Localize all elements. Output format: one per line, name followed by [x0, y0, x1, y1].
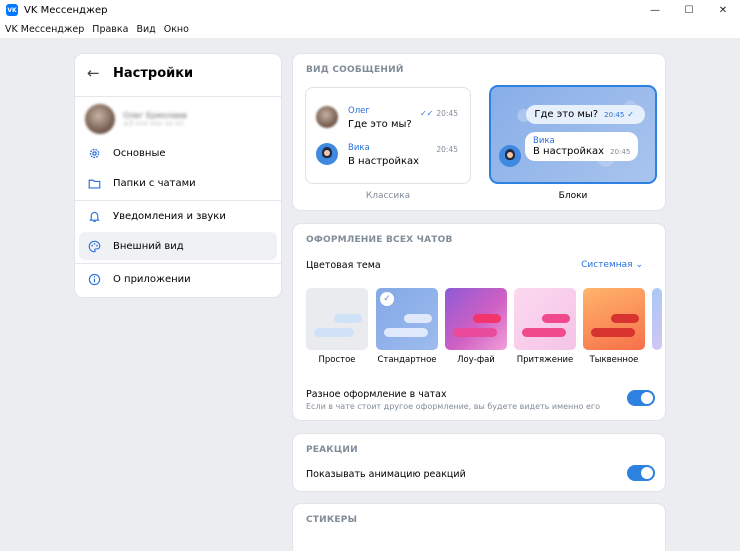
- outgoing-bubble: Где это мы? 20:45 ✓: [526, 105, 645, 124]
- message-style-classic-option[interactable]: Олег Где это мы? ✓✓ 20:45 Вика В настройк…: [305, 87, 471, 184]
- message-author: Вика: [533, 136, 555, 146]
- blocks-label: Блоки: [558, 191, 588, 201]
- stickers-panel: СТИКЕРЫ: [292, 503, 666, 551]
- message-text: В настройках: [533, 146, 605, 157]
- divider: [75, 96, 281, 97]
- message-style-panel: ВИД СООБЩЕНИЙ Олег Где это мы? ✓✓ 20:45 В…: [292, 53, 666, 211]
- classic-label: Классика: [365, 191, 411, 201]
- gear-icon: [87, 146, 101, 160]
- message-text: В настройках: [348, 156, 420, 167]
- back-arrow-icon[interactable]: ←: [87, 64, 105, 82]
- sidebar-item-label: Основные: [113, 147, 166, 159]
- color-theme-label: Цветовая тема: [306, 260, 381, 271]
- section-title: СТИКЕРЫ: [306, 515, 358, 525]
- theme-standard[interactable]: ✓: [376, 288, 438, 350]
- divider: [75, 263, 281, 264]
- message-time: 20:45: [610, 148, 631, 156]
- sidebar-item-folders[interactable]: Папки с чатами: [79, 169, 277, 197]
- avatar: [316, 143, 338, 165]
- avatar: [499, 145, 521, 167]
- message-time: 20:45: [436, 109, 458, 118]
- sidebar-item-general[interactable]: Основные: [79, 139, 277, 167]
- different-design-description: Если в чате стоит другое оформление, вы …: [306, 402, 600, 411]
- message-time: 20:45: [604, 111, 625, 119]
- theme-pumpkin[interactable]: [583, 288, 645, 350]
- theme-name: Стандартное: [377, 355, 437, 365]
- chat-design-panel: ОФОРМЛЕНИЕ ВСЕХ ЧАТОВ Цветовая тема Сист…: [292, 223, 666, 421]
- section-title: РЕАКЦИИ: [306, 445, 358, 455]
- reaction-animation-label: Показывать анимацию реакций: [306, 469, 466, 480]
- read-check-icon: ✓✓: [419, 109, 434, 118]
- message-text: Где это мы?: [534, 109, 599, 120]
- section-title: ВИД СООБЩЕНИЙ: [306, 65, 404, 75]
- profile-card[interactable]: Олег Ермолаев +7 ••• ••• •• ••: [85, 104, 187, 134]
- divider: [75, 200, 281, 201]
- sidebar-item-notifications[interactable]: Уведомления и звуки: [79, 202, 277, 230]
- message-author: Олег: [348, 106, 370, 116]
- info-icon: [87, 272, 101, 286]
- theme-name: Лоу-фай: [457, 355, 495, 365]
- menu-bar: VK Мессенджер Правка Вид Окно: [0, 20, 740, 38]
- chevron-down-icon: ⌄: [635, 260, 643, 270]
- avatar: [316, 106, 338, 128]
- menu-edit[interactable]: Правка: [92, 24, 128, 35]
- vk-logo-icon: VK: [6, 4, 18, 16]
- title-bar: VK VK Мессенджер — ☐ ✕: [0, 0, 740, 20]
- close-button[interactable]: ✕: [706, 0, 740, 20]
- profile-subtitle: +7 ••• ••• •• ••: [123, 119, 184, 128]
- window-title: VK Мессенджер: [24, 4, 108, 16]
- theme-next-partial[interactable]: [652, 288, 662, 350]
- different-design-label: Разное оформление в чатах: [306, 389, 447, 400]
- settings-title: Настройки: [113, 65, 194, 81]
- message-style-blocks-option[interactable]: Где это мы? 20:45 ✓ Вика В настройках 20:45: [489, 85, 657, 184]
- section-title: ОФОРМЛЕНИЕ ВСЕХ ЧАТОВ: [306, 235, 453, 245]
- sidebar-item-label: О приложении: [113, 273, 191, 285]
- read-check-icon: ✓: [627, 110, 634, 119]
- folder-icon: [87, 176, 101, 190]
- check-icon: ✓: [380, 292, 394, 306]
- color-theme-select[interactable]: Системная ⌄: [581, 260, 643, 270]
- sidebar-item-about[interactable]: О приложении: [79, 265, 277, 293]
- incoming-bubble: Вика В настройках 20:45: [525, 132, 639, 161]
- sidebar-item-label: Уведомления и звуки: [113, 210, 226, 222]
- minimize-button[interactable]: —: [638, 0, 672, 20]
- menu-view[interactable]: Вид: [136, 24, 155, 35]
- avatar: [85, 104, 115, 134]
- maximize-button[interactable]: ☐: [672, 0, 706, 20]
- menu-window[interactable]: Окно: [164, 24, 189, 35]
- theme-name: Простое: [318, 355, 356, 365]
- theme-name: Притяжение: [516, 355, 574, 365]
- theme-name: Тыквенное: [589, 355, 639, 365]
- palette-icon: [87, 239, 101, 253]
- different-design-toggle[interactable]: [627, 390, 655, 406]
- settings-sidebar: ← Настройки Олег Ермолаев +7 ••• ••• •• …: [74, 53, 282, 298]
- bell-icon: [87, 209, 101, 223]
- theme-attraction[interactable]: [514, 288, 576, 350]
- message-text: Где это мы?: [348, 119, 412, 130]
- menu-vk-messenger[interactable]: VK Мессенджер: [5, 24, 84, 35]
- color-theme-value: Системная: [581, 260, 633, 270]
- sidebar-item-label: Папки с чатами: [113, 177, 196, 189]
- theme-simple[interactable]: [306, 288, 368, 350]
- sidebar-item-label: Внешний вид: [113, 240, 184, 252]
- profile-name: Олег Ермолаев: [123, 110, 187, 120]
- theme-list: Простое ✓ Стандартное Лоу-фай Притяжение…: [306, 288, 662, 368]
- sidebar-item-appearance[interactable]: Внешний вид: [79, 232, 277, 260]
- message-time: 20:45: [436, 145, 458, 154]
- reactions-panel: РЕАКЦИИ Показывать анимацию реакций: [292, 433, 666, 492]
- theme-lofi[interactable]: [445, 288, 507, 350]
- reaction-animation-toggle[interactable]: [627, 465, 655, 481]
- message-author: Вика: [348, 143, 370, 153]
